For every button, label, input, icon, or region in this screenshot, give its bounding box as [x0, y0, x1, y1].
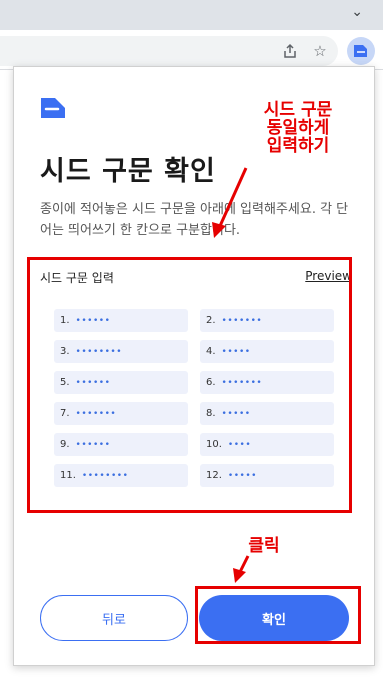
annotation-arrows — [212, 167, 250, 583]
click-note-arrow — [238, 555, 250, 573]
seed-note-arrow — [218, 167, 248, 227]
seed-note-arrowhead — [212, 222, 226, 238]
click-note-arrowhead — [233, 568, 246, 583]
